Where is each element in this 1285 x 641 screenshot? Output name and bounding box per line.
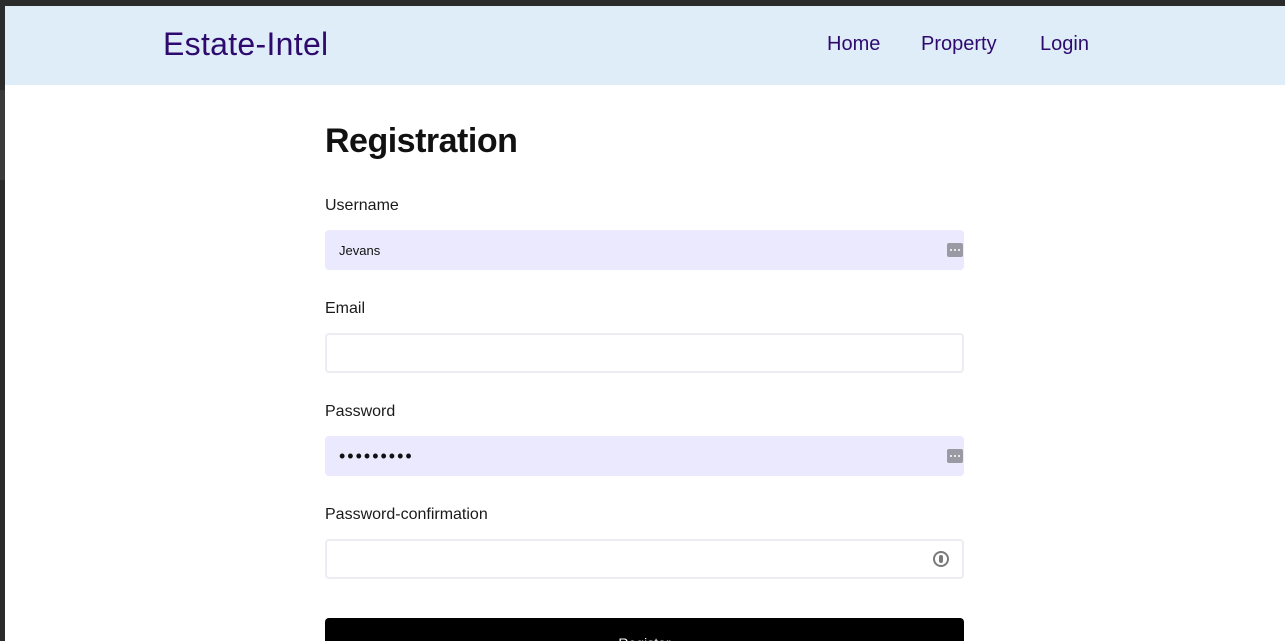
nav-link-property[interactable]: Property [921, 33, 997, 56]
nav-link-home[interactable]: Home [827, 33, 880, 56]
password-label: Password [325, 403, 396, 420]
nav-menu: Home Property Login [5, 33, 1285, 63]
email-label: Email [325, 300, 366, 317]
register-button[interactable]: Register [325, 618, 964, 641]
password-input[interactable] [325, 436, 964, 476]
navbar: Estate-Intel Home Property Login [5, 6, 1285, 85]
key-icon[interactable] [933, 551, 949, 567]
password-confirmation-input[interactable] [325, 539, 964, 579]
password-manager-icon[interactable] [947, 243, 963, 257]
page-title: Registration [325, 122, 518, 160]
username-label: Username [325, 197, 399, 214]
username-input[interactable] [325, 230, 964, 270]
password-manager-icon[interactable] [947, 449, 963, 463]
password-confirmation-label: Password-confirmation [325, 506, 488, 523]
email-input[interactable] [325, 333, 964, 373]
nav-link-login[interactable]: Login [1040, 33, 1089, 56]
window-frame-left [0, 0, 5, 641]
